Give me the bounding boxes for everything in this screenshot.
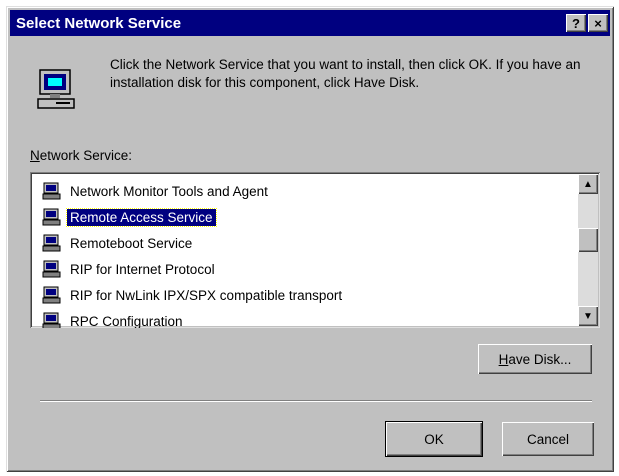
vertical-scrollbar[interactable]: ▲ ▼ bbox=[578, 174, 598, 326]
network-service-icon bbox=[42, 234, 61, 252]
computer-install-icon bbox=[37, 69, 75, 109]
scroll-down-button[interactable]: ▼ bbox=[578, 306, 598, 326]
list-item-label: RIP for NwLink IPX/SPX compatible transp… bbox=[70, 287, 343, 303]
list-item[interactable]: Remoteboot Service bbox=[36, 230, 574, 256]
list-item[interactable]: Remote Access Service bbox=[36, 204, 574, 230]
network-service-label: Network Service: bbox=[30, 148, 132, 163]
list-item-label: Remote Access Service bbox=[66, 207, 217, 227]
instruction-text: Click the Network Service that you want … bbox=[110, 57, 581, 90]
list-item-label: RPC Configuration bbox=[70, 313, 183, 329]
list-item[interactable]: RIP for Internet Protocol bbox=[36, 256, 574, 282]
have-disk-label: ave Disk... bbox=[508, 351, 572, 367]
label-accelerator: N bbox=[30, 148, 40, 163]
select-network-service-dialog: Select Network Service ? × Click the Net… bbox=[6, 6, 614, 472]
label-text: etwork Service: bbox=[39, 148, 133, 163]
ok-button[interactable]: OK bbox=[385, 421, 483, 457]
help-button[interactable]: ? bbox=[566, 14, 586, 32]
list-item-label: RIP for Internet Protocol bbox=[70, 261, 215, 277]
network-service-icon bbox=[42, 286, 61, 304]
window-title: Select Network Service bbox=[16, 14, 182, 32]
close-button[interactable]: × bbox=[588, 14, 608, 32]
network-service-icon bbox=[42, 182, 61, 200]
list-item-label: Remoteboot Service bbox=[70, 235, 193, 251]
list-item[interactable]: Network Monitor Tools and Agent bbox=[36, 178, 574, 204]
list-item[interactable]: RIP for NwLink IPX/SPX compatible transp… bbox=[36, 282, 574, 308]
have-disk-accelerator: H bbox=[498, 351, 509, 367]
divider bbox=[40, 400, 592, 402]
network-service-icon bbox=[42, 208, 61, 226]
list-item[interactable]: RPC Configuration bbox=[36, 308, 574, 328]
scroll-thumb[interactable] bbox=[578, 228, 598, 252]
scroll-up-button[interactable]: ▲ bbox=[578, 174, 598, 194]
cancel-button[interactable]: Cancel bbox=[502, 422, 594, 456]
title-bar[interactable]: Select Network Service ? × bbox=[10, 10, 610, 36]
have-disk-button[interactable]: Have Disk... bbox=[478, 344, 592, 374]
network-service-icon bbox=[42, 260, 61, 278]
network-service-icon bbox=[42, 312, 61, 328]
list-item-label: Network Monitor Tools and Agent bbox=[70, 183, 268, 199]
network-service-listbox[interactable]: Network Monitor Tools and Agent Remote Ac… bbox=[30, 172, 600, 328]
service-list: Network Monitor Tools and Agent Remote Ac… bbox=[36, 178, 574, 328]
